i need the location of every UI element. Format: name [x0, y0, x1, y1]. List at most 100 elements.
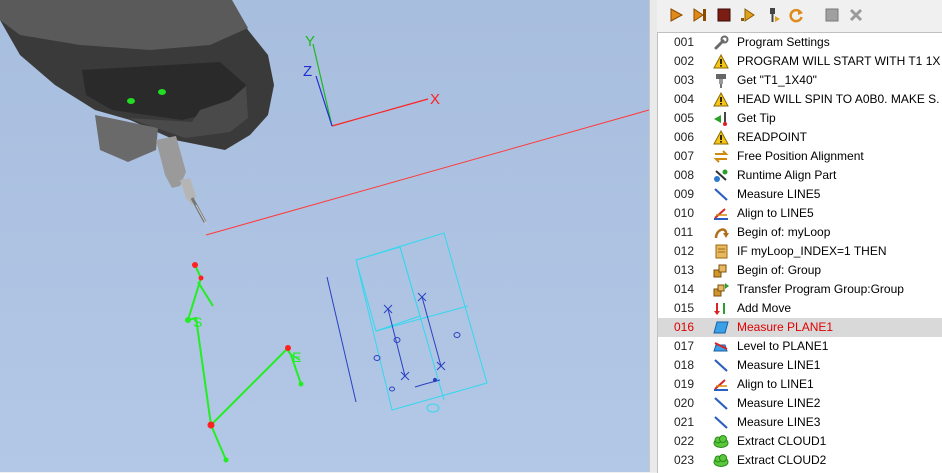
program-step-row[interactable]: 023 Extract CLOUD2	[658, 451, 942, 470]
step-number: 002	[674, 54, 695, 68]
runtime-align-icon	[713, 168, 729, 183]
program-step-row[interactable]: 022 Extract CLOUD1	[658, 432, 942, 451]
3d-viewport[interactable]: X Y Z S E	[0, 0, 649, 472]
step-button[interactable]	[737, 4, 759, 26]
program-step-row[interactable]: 020 Measure LINE2	[658, 394, 942, 413]
step-label: IF myLoop_INDEX=1 THEN	[737, 244, 887, 258]
step-number: 006	[674, 130, 695, 144]
step-number: 015	[674, 301, 695, 315]
program-step-list[interactable]: 001 Program Settings 002 PROGRAM WILL START…	[657, 32, 942, 473]
refresh-icon	[789, 8, 803, 23]
program-step-row[interactable]: 014 Transfer Program Group:Group	[658, 280, 942, 299]
program-step-row[interactable]: 004 HEAD WILL SPIN TO A0B0. MAKE S.	[658, 90, 942, 109]
program-step-row[interactable]: 009 Measure LINE5	[658, 185, 942, 204]
part-features	[326, 276, 461, 403]
step-label: Measure LINE1	[737, 358, 821, 372]
transfer-group-icon	[713, 282, 729, 297]
step-label: Program Settings	[737, 35, 830, 49]
abort-button[interactable]	[845, 4, 867, 26]
cloud-icon	[713, 434, 729, 449]
program-step-row[interactable]: 001 Program Settings	[658, 33, 942, 52]
step-label: READPOINT	[737, 130, 808, 144]
reference-line	[205, 109, 649, 236]
gray-square-icon	[825, 8, 839, 22]
pause-button[interactable]	[821, 4, 843, 26]
step-label: Measure LINE2	[737, 396, 821, 410]
step-number: 019	[674, 377, 695, 391]
y-axis	[312, 43, 333, 127]
step-play-icon	[741, 8, 755, 22]
tool-icon	[713, 73, 729, 88]
step-number: 003	[674, 73, 695, 87]
program-toolbar	[657, 0, 942, 30]
step-number: 010	[674, 206, 695, 220]
probe-head	[0, 0, 274, 226]
run-button[interactable]	[665, 4, 687, 26]
level-plane-icon	[713, 339, 729, 354]
step-label: Measure LINE3	[737, 415, 821, 429]
program-step-row[interactable]: 011 Begin of: myLoop	[658, 223, 942, 242]
step-label: Transfer Program Group:Group	[737, 282, 904, 296]
program-step-row[interactable]: 008 Runtime Align Part	[658, 166, 942, 185]
get-tip-icon	[713, 111, 729, 126]
step-number: 017	[674, 339, 695, 353]
play-icon	[670, 8, 684, 22]
line-icon	[713, 358, 729, 373]
step-label: HEAD WILL SPIN TO A0B0. MAKE S.	[737, 92, 940, 106]
axis-triad: X Y Z	[303, 33, 440, 127]
step-label: Extract CLOUD1	[737, 434, 827, 448]
step-number: 004	[674, 92, 695, 106]
x-axis	[331, 98, 429, 127]
program-step-row[interactable]: 010 Align to LINE5	[658, 204, 942, 223]
cursor-play-icon	[770, 8, 780, 22]
warning-icon	[713, 129, 729, 145]
step-label: Runtime Align Part	[737, 168, 837, 182]
program-step-row[interactable]: 017 Level to PLANE1	[658, 337, 942, 356]
step-label: Level to PLANE1	[737, 339, 829, 353]
z-axis-label: Z	[303, 63, 312, 80]
run-from-cursor-button[interactable]	[761, 4, 783, 26]
cloud-icon	[713, 453, 729, 468]
step-label: Align to LINE1	[737, 377, 814, 391]
program-step-row[interactable]: 003 Get "T1_1X40"	[658, 71, 942, 90]
stop-button[interactable]	[713, 4, 735, 26]
program-step-row[interactable]: 013 Begin of: Group	[658, 261, 942, 280]
program-step-row[interactable]: 007 Free Position Alignment	[658, 147, 942, 166]
step-label: Extract CLOUD2	[737, 453, 827, 467]
step-label: Measure LINE5	[737, 187, 821, 201]
program-step-row[interactable]: 018 Measure LINE1	[658, 356, 942, 375]
probe-path: S E	[185, 262, 304, 463]
x-icon	[849, 8, 863, 22]
program-step-row[interactable]: 012 IF myLoop_INDEX=1 THEN	[658, 242, 942, 261]
program-step-row[interactable]: 002 PROGRAM WILL START WITH T1 1X	[658, 52, 942, 71]
program-step-row[interactable]: 019 Align to LINE1	[658, 375, 942, 394]
step-label: Get "T1_1X40"	[737, 73, 817, 87]
step-label: Free Position Alignment	[737, 149, 864, 163]
program-step-row[interactable]: 005 Get Tip	[658, 109, 942, 128]
step-number: 007	[674, 149, 695, 163]
run-to-end-button[interactable]	[689, 4, 711, 26]
step-label: Begin of: myLoop	[737, 225, 831, 239]
program-step-row[interactable]: 006 READPOINT	[658, 128, 942, 147]
move-icon	[713, 301, 729, 316]
wrench-icon	[713, 35, 729, 50]
step-label: Add Move	[737, 301, 792, 315]
step-label: Begin of: Group	[737, 263, 822, 277]
program-step-row[interactable]: 021 Measure LINE3	[658, 413, 942, 432]
align-line-icon	[713, 206, 729, 221]
step-number: 021	[674, 415, 695, 429]
program-panel: 001 Program Settings 002 PROGRAM WILL START…	[657, 0, 942, 473]
line-icon	[713, 396, 729, 411]
y-axis-label: Y	[305, 33, 315, 50]
loop-button[interactable]	[785, 4, 807, 26]
step-number: 023	[674, 453, 695, 467]
program-step-row[interactable]: 016 Measure PLANE1	[658, 318, 942, 337]
step-number: 005	[674, 111, 695, 125]
step-label: PROGRAM WILL START WITH T1 1X	[737, 54, 941, 68]
scene-canvas[interactable]: X Y Z S E	[0, 0, 649, 472]
path-start-label: S	[193, 314, 202, 330]
program-step-row[interactable]: 015 Add Move	[658, 299, 942, 318]
step-label: Get Tip	[737, 111, 776, 125]
step-number: 014	[674, 282, 695, 296]
align-arrows-icon	[713, 149, 729, 164]
